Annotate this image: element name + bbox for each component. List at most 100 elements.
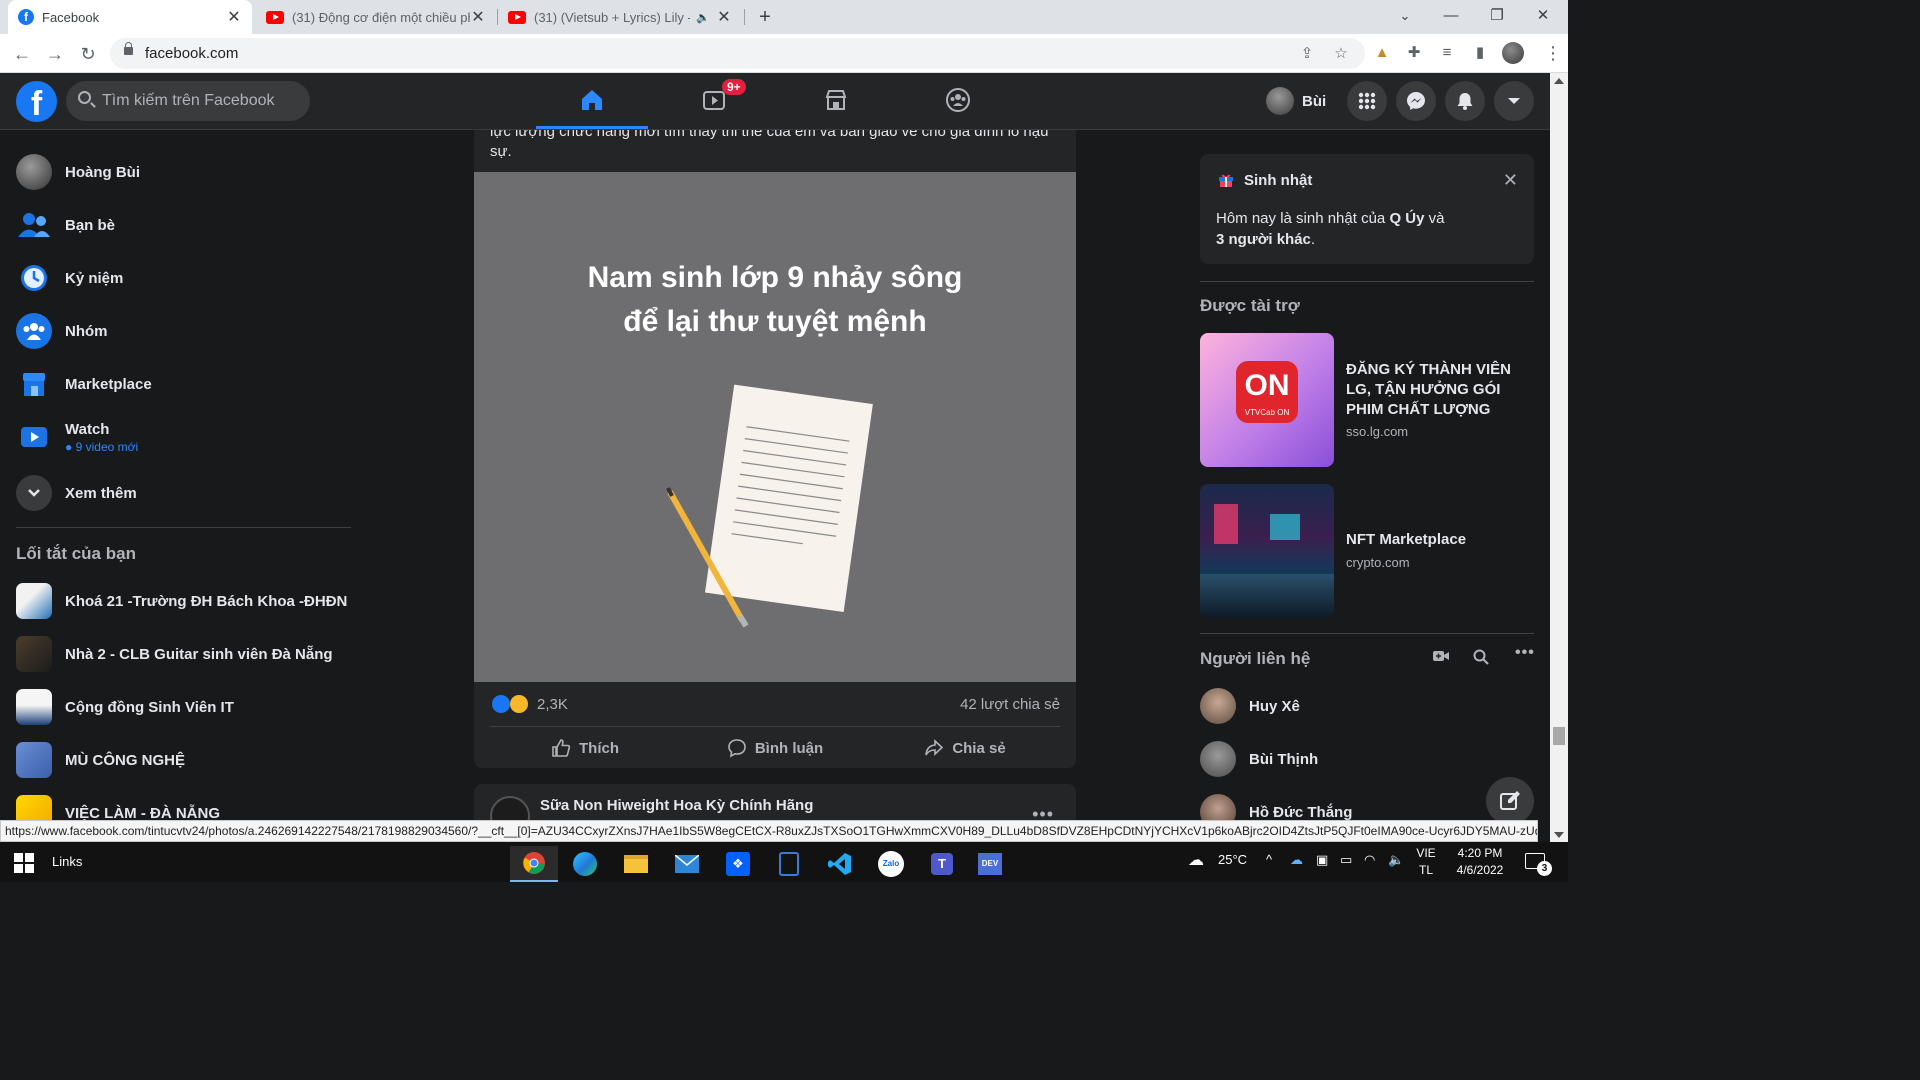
tab-marketplace[interactable] <box>780 73 892 129</box>
shortcut-item[interactable]: Cộng đồng Sinh Viên IT <box>8 681 353 733</box>
comment-button[interactable]: Bình luận <box>680 732 870 764</box>
contacts-options-icon[interactable]: ••• <box>1515 644 1535 662</box>
taskbar-chrome[interactable] <box>510 846 558 882</box>
sponsored-ad[interactable]: ON VTVCab ON ĐĂNG KÝ THÀNH VIÊN LG, TẬN … <box>1200 333 1534 467</box>
page-scrollbar[interactable] <box>1550 73 1568 843</box>
birthday-card[interactable]: Sinh nhật ✕ Hôm nay là sinh nhật của Q Ú… <box>1200 154 1534 264</box>
search-box[interactable] <box>66 81 310 121</box>
sidebar-item-see-more[interactable]: Xem thêm <box>8 467 353 519</box>
taskbar-devc[interactable]: DEV <box>966 846 1014 882</box>
close-tab-icon[interactable]: ✕ <box>716 7 732 27</box>
scroll-up-arrow-icon[interactable] <box>1554 78 1564 84</box>
scroll-down-arrow-icon[interactable] <box>1554 832 1564 838</box>
taskbar-clock[interactable]: 4:20 PM 4/6/2022 <box>1448 845 1512 879</box>
share-count[interactable]: 42 lượt chia sẻ <box>960 696 1060 713</box>
birthday-others[interactable]: 3 người khác <box>1216 231 1311 248</box>
share-button[interactable]: Chia sẻ <box>870 732 1060 764</box>
taskbar-zalo[interactable]: Zalo <box>867 846 915 882</box>
onedrive-icon[interactable]: ☁ <box>1290 852 1303 868</box>
windows-start-icon[interactable] <box>14 853 34 873</box>
tab-youtube-2[interactable]: (31) (Vietsub + Lyrics) Lily - A 🔈 ✕ <box>498 0 742 34</box>
shortcut-item[interactable]: VIỆC LÀM - ĐÀ NẴNG <box>8 787 353 820</box>
volume-icon[interactable]: 🔈 <box>1388 852 1404 868</box>
facebook-logo[interactable]: f <box>16 81 57 122</box>
tab-youtube-1[interactable]: (31) Động cơ điện một chiều phic ✕ <box>256 0 496 34</box>
page-name[interactable]: Sữa Non Hiweight Hoa Kỳ Chính Hãng <box>540 797 813 814</box>
birthday-person[interactable]: Q Úy <box>1389 210 1424 227</box>
profile-chip[interactable]: Bùi <box>1266 85 1326 117</box>
contact-item[interactable]: Hồ Đức Thắng <box>1200 790 1530 820</box>
weather-temperature[interactable]: 25°C <box>1218 852 1247 867</box>
tray-expand-icon[interactable]: ^ <box>1266 852 1272 867</box>
shortcut-item[interactable]: MÙ CÔNG NGHỆ <box>8 734 353 786</box>
search-contacts-icon[interactable] <box>1473 649 1489 670</box>
back-button[interactable]: ← <box>9 41 35 67</box>
tab-home[interactable] <box>536 73 648 129</box>
new-message-button[interactable] <box>1486 777 1534 825</box>
shortcuts-heading: Lối tắt của bạn <box>16 544 136 563</box>
weather-icon[interactable]: ☁ <box>1188 850 1204 870</box>
profile-avatar[interactable] <box>1502 42 1524 64</box>
reload-button[interactable]: ↻ <box>75 41 101 67</box>
chrome-menu-icon[interactable]: ⋮ <box>1544 43 1562 64</box>
taskbar-teams[interactable]: T <box>918 846 966 882</box>
close-icon[interactable]: ✕ <box>1503 170 1518 191</box>
sidebar-item-profile[interactable]: Hoàng Bùi <box>8 146 353 198</box>
forward-button[interactable]: → <box>42 41 68 67</box>
input-language[interactable]: VIE TL <box>1412 845 1440 879</box>
birthday-mid: và <box>1424 210 1445 227</box>
messenger-button[interactable] <box>1396 81 1436 121</box>
bookmark-star-icon[interactable]: ☆ <box>1332 45 1350 63</box>
taskbar-dropbox[interactable]: ❖ <box>714 846 762 882</box>
tab-watch[interactable]: 9+ <box>658 73 770 129</box>
address-bar[interactable]: facebook.com ⇪ ☆ <box>110 38 1365 69</box>
sad-reaction-icon[interactable] <box>510 695 528 713</box>
sponsored-ad[interactable]: NFT Marketplace crypto.com <box>1200 484 1534 618</box>
taskbar-edge[interactable] <box>561 846 609 882</box>
close-tab-icon[interactable]: ✕ <box>226 7 242 27</box>
search-input[interactable] <box>102 81 302 121</box>
sidebar-item-memories[interactable]: Kỷ niệm <box>8 252 353 304</box>
extensions-puzzle-icon[interactable]: ✚ <box>1404 43 1424 63</box>
sidebar-item-watch[interactable]: Watch ● 9 video mới <box>8 411 353 463</box>
taskbar-app[interactable] <box>765 846 813 882</box>
minimize-button[interactable]: — <box>1428 0 1474 34</box>
taskbar-mail[interactable] <box>663 846 711 882</box>
sidebar-item-friends[interactable]: Bạn bè <box>8 199 353 251</box>
tab-search-icon[interactable]: ⌄ <box>1382 0 1428 34</box>
extension-tag-icon[interactable]: ▲ <box>1372 43 1392 63</box>
wifi-icon[interactable]: ◠ <box>1364 852 1375 868</box>
new-room-video-icon[interactable] <box>1432 649 1450 668</box>
meet-now-icon[interactable]: ▣ <box>1316 852 1328 868</box>
account-menu-button[interactable] <box>1494 81 1534 121</box>
maximize-button[interactable]: ❐ <box>1474 0 1520 34</box>
contact-item[interactable]: Huy Xê <box>1200 684 1530 728</box>
audio-playing-icon[interactable]: 🔈 <box>696 11 710 24</box>
share-icon[interactable]: ⇪ <box>1298 45 1316 63</box>
sidebar-item-groups[interactable]: Nhóm <box>8 305 353 357</box>
taskbar-file-explorer[interactable] <box>612 846 660 882</box>
like-button[interactable]: Thích <box>490 732 680 764</box>
menu-button[interactable] <box>1347 81 1387 121</box>
new-tab-button[interactable]: + <box>754 6 776 28</box>
tab-facebook[interactable]: f Facebook ✕ <box>8 0 252 34</box>
close-tab-icon[interactable]: ✕ <box>470 7 486 27</box>
post-image[interactable]: Nam sinh lớp 9 nhảy sông để lại thư tuyệ… <box>474 172 1076 682</box>
links-toolbar[interactable]: Links <box>52 854 82 869</box>
side-panel-icon[interactable]: ▮ <box>1470 43 1490 63</box>
reaction-count[interactable]: 2,3K <box>537 696 568 713</box>
tab-groups[interactable] <box>902 73 1014 129</box>
like-reaction-icon[interactable] <box>492 695 510 713</box>
scrollbar-thumb[interactable] <box>1553 727 1565 745</box>
taskbar-vscode[interactable] <box>816 846 864 882</box>
notifications-button[interactable] <box>1445 81 1485 121</box>
battery-icon[interactable]: ▭ <box>1340 852 1352 868</box>
close-window-button[interactable]: ✕ <box>1520 0 1566 34</box>
lock-icon[interactable] <box>124 42 133 55</box>
shortcut-item[interactable]: Khoá 21 -Trường ĐH Bách Khoa -ĐHĐN <box>8 575 353 627</box>
watch-icon <box>16 419 52 455</box>
contact-item[interactable]: Bùi Thịnh <box>1200 737 1530 781</box>
media-control-icon[interactable]: ≡ <box>1437 43 1457 63</box>
sidebar-item-marketplace[interactable]: Marketplace <box>8 358 353 410</box>
shortcut-item[interactable]: Nhà 2 - CLB Guitar sinh viên Đà Nẵng <box>8 628 353 680</box>
